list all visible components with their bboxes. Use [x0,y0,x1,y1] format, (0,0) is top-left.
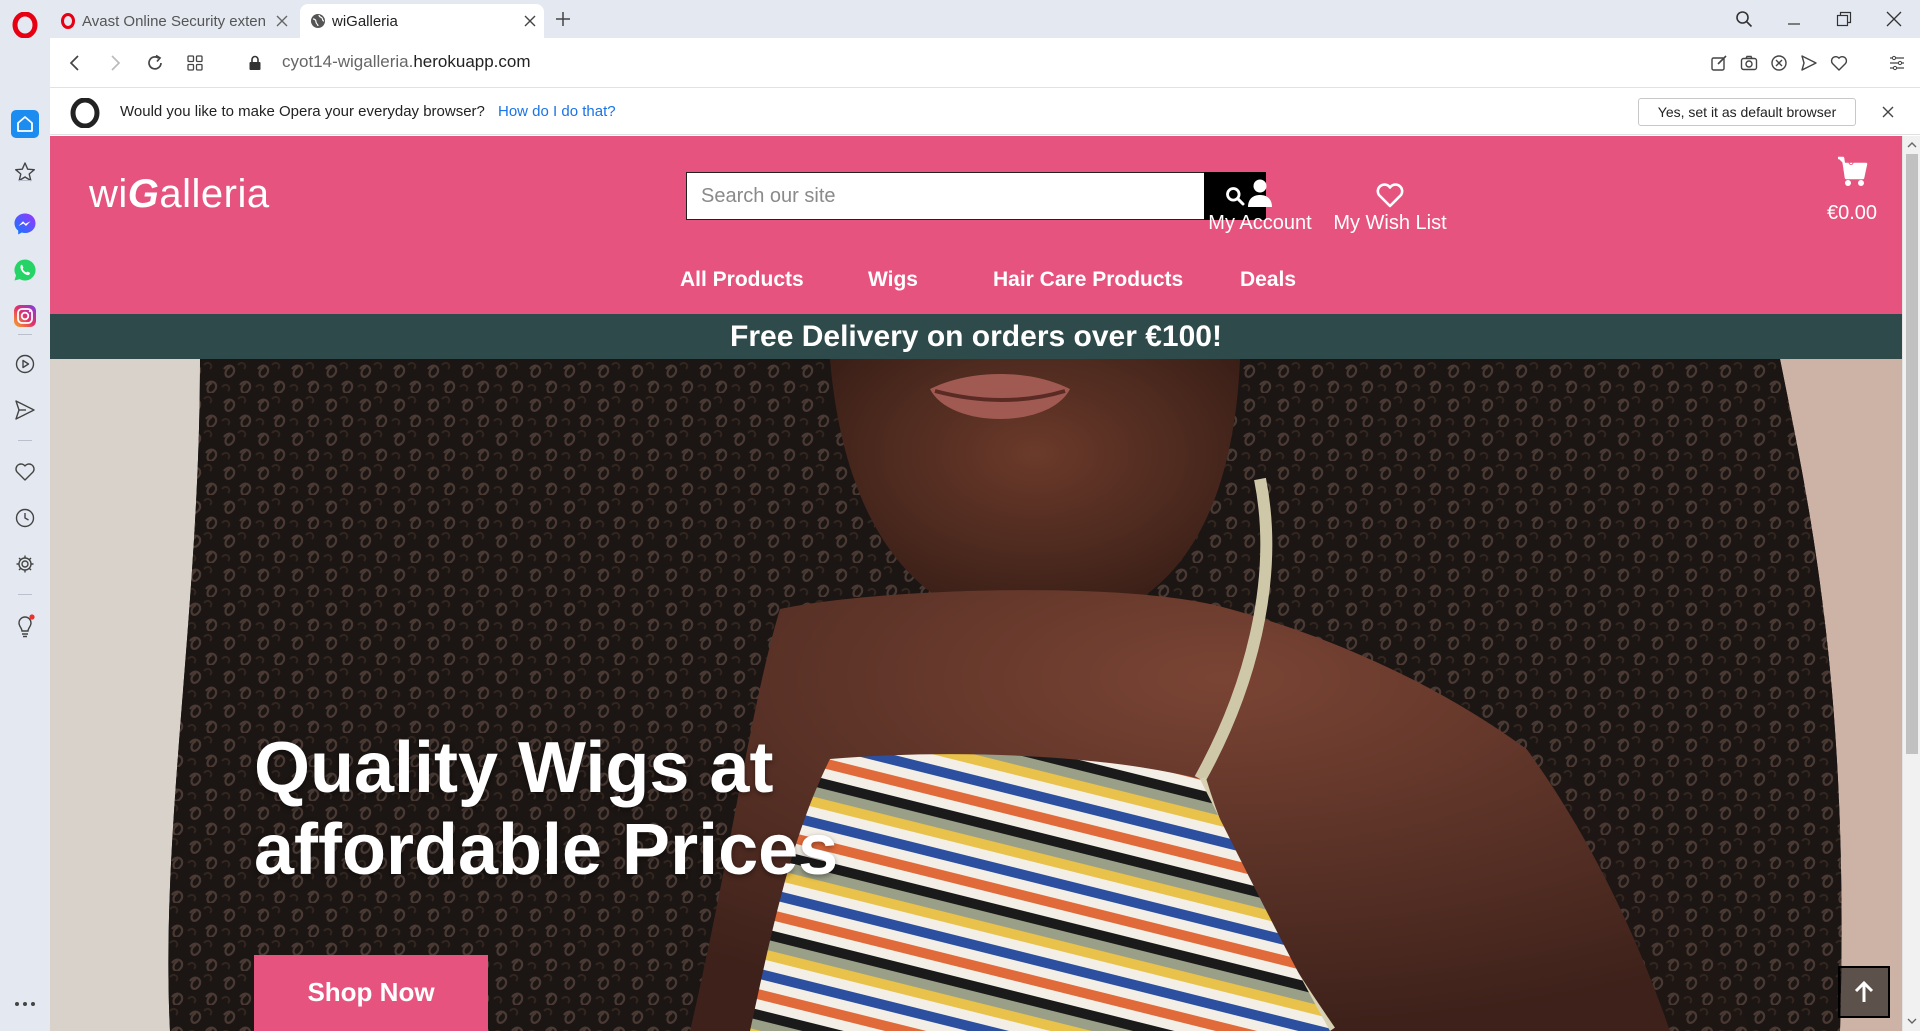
sidebar-divider [18,594,32,595]
web-page: wiGalleria My Account My Wish List [50,136,1902,1031]
url-path: cyot14-wigalleria. [282,52,414,71]
heart-icon[interactable] [11,458,39,486]
my-wish-list-link[interactable]: My Wish List [1320,172,1460,235]
scroll-down-arrow-icon[interactable] [1907,1016,1917,1026]
default-browser-infobar: Would you like to make Opera your everyd… [50,89,1920,135]
minimize-button[interactable] [1772,4,1816,34]
site-search-form [686,172,1266,220]
scrollbar-thumb[interactable] [1906,154,1918,754]
my-account-link[interactable]: My Account [1195,172,1325,235]
browser-sidebar [0,38,50,1031]
new-tab-button[interactable] [550,6,576,32]
close-tab-icon[interactable] [516,7,544,35]
speed-dial-icon[interactable] [182,50,208,76]
restore-button[interactable] [1822,4,1866,34]
tab-title: Avast Online Security exten [82,12,266,30]
flow-send-icon[interactable] [1798,52,1820,74]
main-navigation: All Products Wigs Hair Care Products Dea… [50,264,1902,304]
home-icon[interactable] [11,110,39,138]
cart-icon: 0 [1832,152,1872,188]
scroll-up-arrow-icon[interactable] [1907,140,1917,150]
nav-hair-care-products[interactable]: Hair Care Products [993,268,1183,292]
edit-page-icon[interactable] [1708,52,1730,74]
back-button[interactable] [62,50,88,76]
cart-count-badge: 0 [1848,156,1855,168]
tab-search-icon[interactable] [1722,4,1766,34]
lightbulb-icon[interactable] [11,612,39,640]
close-infobar-icon[interactable] [1876,100,1900,124]
instagram-icon[interactable] [11,302,39,330]
site-logo[interactable]: wiGalleria [89,172,270,217]
hero-heading: Quality Wigs at affordable Prices [254,727,974,891]
set-default-browser-button[interactable]: Yes, set it as default browser [1638,98,1856,126]
my-account-label: My Account [1208,212,1312,234]
sidebar-divider [18,180,32,181]
reload-button[interactable] [142,50,168,76]
search-input[interactable] [686,172,1204,220]
easy-setup-icon[interactable] [1886,52,1908,74]
ad-block-icon[interactable] [1768,52,1790,74]
hero-heading-line-2: affordable Prices [254,810,839,890]
nav-deals[interactable]: Deals [1240,268,1296,292]
free-delivery-banner: Free Delivery on orders over €100! [50,314,1902,359]
address-bar: cyot14-wigalleria.herokuapp.com [50,38,1920,88]
tab-title: wiGalleria [332,12,398,30]
bookmark-heart-icon[interactable] [1828,52,1850,74]
opera-menu-icon[interactable] [12,12,38,38]
tab-avast[interactable]: Avast Online Security exten [50,4,296,38]
shopping-cart-link[interactable]: 0 €0.00 [1802,152,1902,225]
snapshot-icon[interactable] [1738,52,1760,74]
nav-all-products[interactable]: All Products [680,268,804,292]
browser-tab-bar: Avast Online Security exten wiGalleria [0,0,1920,38]
user-icon [1248,172,1272,208]
sidebar-divider [18,440,32,441]
hero-heading-line-1: Quality Wigs at [254,728,774,808]
lock-icon[interactable] [242,50,268,76]
history-icon[interactable] [11,504,39,532]
more-icon[interactable] [11,990,39,1018]
close-window-button[interactable] [1872,4,1916,34]
whatsapp-icon[interactable] [11,256,39,284]
cart-total: €0.00 [1826,202,1878,224]
tab-wigalleria[interactable]: wiGalleria [300,4,544,38]
nav-wigs[interactable]: Wigs [868,268,918,292]
star-icon[interactable] [11,158,39,186]
settings-icon[interactable] [11,550,39,578]
hero-image [50,359,1902,1031]
opera-logo-icon [70,98,100,128]
hero-banner: Quality Wigs at affordable Prices Shop No… [50,359,1902,1031]
page-scrollbar[interactable] [1902,136,1920,1031]
url-host: herokuapp.com [413,52,531,71]
opera-red-o-icon [60,13,76,29]
logo-text-prefix: wi [89,172,128,216]
arrow-up-icon [1853,980,1875,1004]
logo-text-suffix: alleria [159,172,270,216]
my-wish-list-label: My Wish List [1333,212,1447,234]
url-field[interactable]: cyot14-wigalleria.herokuapp.com [282,52,531,72]
forward-button[interactable] [102,50,128,76]
player-icon[interactable] [11,350,39,378]
messenger-icon[interactable] [11,210,39,238]
infobar-help-link[interactable]: How do I do that? [498,103,616,120]
close-tab-icon[interactable] [268,7,296,35]
scroll-to-top-button[interactable] [1838,966,1890,1018]
shop-now-button[interactable]: Shop Now [254,955,488,1031]
heart-icon [1375,172,1405,208]
infobar-message: Would you like to make Opera your everyd… [120,103,485,120]
globe-icon [310,13,326,29]
site-header: wiGalleria My Account My Wish List [50,136,1902,314]
logo-text-g: G [127,172,160,216]
send-icon[interactable] [11,396,39,424]
sidebar-divider [18,334,32,335]
